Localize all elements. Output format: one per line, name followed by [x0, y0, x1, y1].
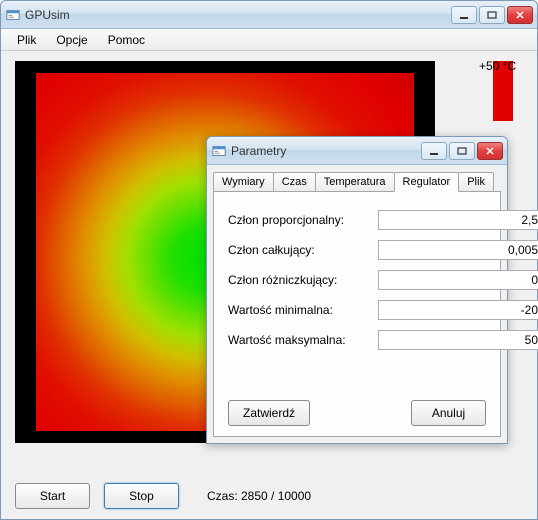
tab-strip: Wymiary Czas Temperatura Regulator Plik [213, 169, 501, 191]
field-max: Wartość maksymalna: [228, 330, 486, 350]
menu-help[interactable]: Pomoc [98, 30, 155, 50]
tab-time[interactable]: Czas [273, 172, 316, 191]
dialog-titlebar[interactable]: Parametry [207, 137, 507, 165]
tab-dimensions[interactable]: Wymiary [213, 172, 274, 191]
temperature-scale-label: +50 °C [479, 59, 516, 73]
close-button[interactable] [507, 6, 533, 24]
cancel-button[interactable]: Anuluj [411, 400, 486, 426]
label-kd: Człon różniczkujący: [228, 273, 378, 287]
minimize-button[interactable] [451, 6, 477, 24]
label-ki: Człon całkujący: [228, 243, 378, 257]
field-kp: Człon proporcjonalny: [228, 210, 486, 230]
tab-regulator[interactable]: Regulator [394, 172, 460, 192]
input-max[interactable] [378, 330, 538, 350]
dialog-title: Parametry [231, 144, 421, 158]
field-min: Wartość minimalna: [228, 300, 486, 320]
input-kp[interactable] [378, 210, 538, 230]
dialog-client: Wymiary Czas Temperatura Regulator Plik … [207, 165, 507, 443]
main-title: GPUsim [25, 8, 451, 22]
dialog-icon [211, 143, 227, 159]
menu-bar: Plik Opcje Pomoc [1, 29, 537, 51]
status-text: Czas: 2850 / 10000 [207, 489, 311, 503]
dialog-minimize-button[interactable] [421, 142, 447, 160]
input-kd[interactable] [378, 270, 538, 290]
input-min[interactable] [378, 300, 538, 320]
dialog-window-buttons [421, 142, 503, 160]
tab-file[interactable]: Plik [458, 172, 494, 191]
dialog-close-button[interactable] [477, 142, 503, 160]
tab-temperature[interactable]: Temperatura [315, 172, 395, 191]
label-max: Wartość maksymalna: [228, 333, 378, 347]
tab-panel-regulator: Człon proporcjonalny: Człon całkujący: C… [213, 191, 501, 437]
dialog-maximize-button[interactable] [449, 142, 475, 160]
label-kp: Człon proporcjonalny: [228, 213, 378, 227]
bottom-bar: Start Stop Czas: 2850 / 10000 [15, 483, 523, 509]
stop-button[interactable]: Stop [104, 483, 179, 509]
label-min: Wartość minimalna: [228, 303, 378, 317]
field-kd: Człon różniczkujący: [228, 270, 486, 290]
input-ki[interactable] [378, 240, 538, 260]
menu-file[interactable]: Plik [7, 30, 46, 50]
menu-options[interactable]: Opcje [46, 30, 97, 50]
app-icon [5, 7, 21, 23]
field-ki: Człon całkujący: [228, 240, 486, 260]
main-window-buttons [451, 6, 533, 24]
apply-button[interactable]: Zatwierdź [228, 400, 310, 426]
dialog-button-row: Zatwierdź Anuluj [228, 390, 486, 426]
maximize-button[interactable] [479, 6, 505, 24]
parameters-dialog: Parametry Wymiary Czas Temperatura Regul… [206, 136, 508, 444]
main-titlebar[interactable]: GPUsim [1, 1, 537, 29]
start-button[interactable]: Start [15, 483, 90, 509]
